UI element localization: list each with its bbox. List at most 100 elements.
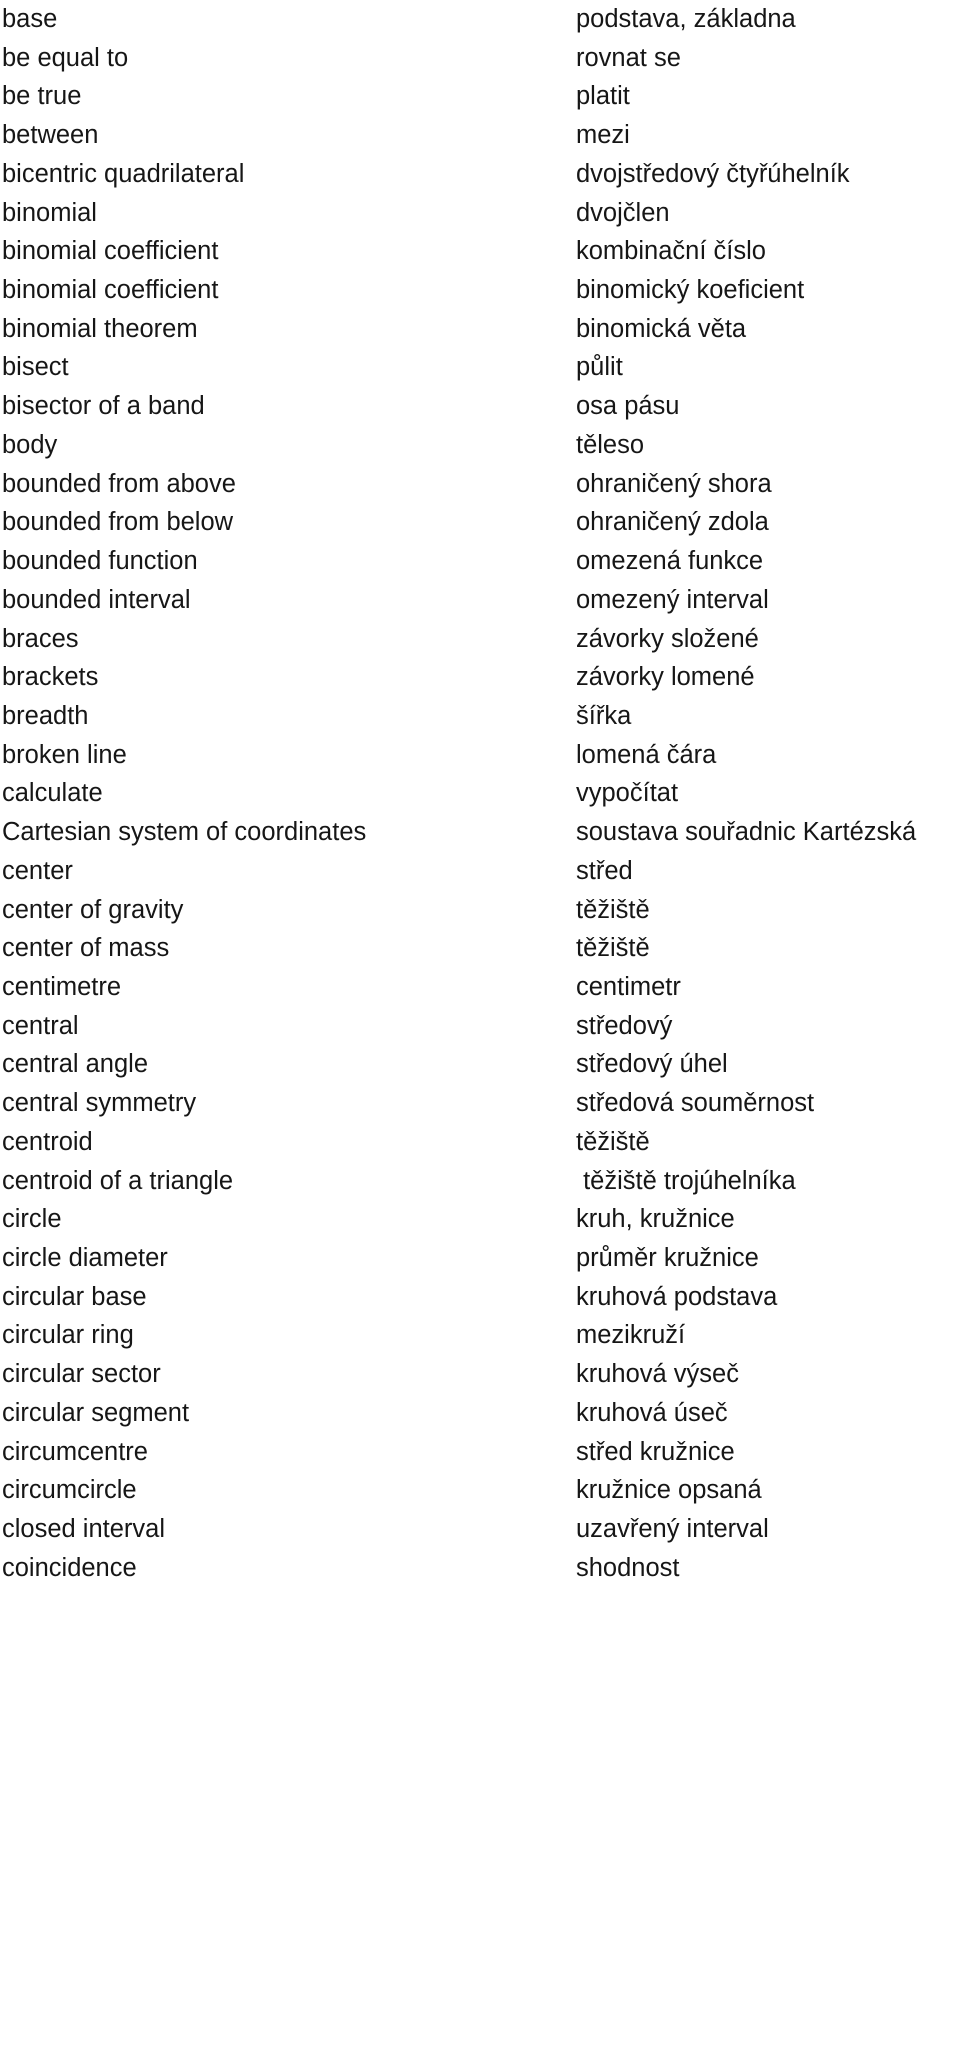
glossary-entry-row: bicentric quadrilateral dvojstředový čtyř… (0, 155, 960, 194)
glossary-entry-row: bounded function omezená funkce (0, 542, 960, 581)
glossary-translation: mezi (576, 121, 630, 150)
glossary-translation: binomický koeficient (576, 276, 805, 305)
glossary-entry-row: be true platit (0, 77, 960, 116)
glossary-term: breadth (2, 701, 89, 730)
glossary-translation: centimetr (576, 972, 681, 1001)
glossary-term: be true (2, 82, 82, 111)
glossary-term: centroid of a triangle (2, 1166, 234, 1195)
glossary-term: brackets (2, 663, 99, 692)
glossary-translation: kruhová výseč (576, 1360, 739, 1389)
glossary-translation: soustava souřadnic Kartézská (576, 818, 917, 847)
glossary-term: circular base (2, 1282, 147, 1311)
glossary-term: binomial theorem (2, 314, 198, 343)
glossary-term: between (2, 121, 99, 150)
glossary-term: Cartesian system of coordinates (2, 818, 367, 847)
glossary-translation: těžiště (576, 1127, 650, 1156)
glossary-translation: uzavřený interval (576, 1515, 769, 1544)
glossary-translation: půlit (576, 353, 623, 382)
glossary-term: circumcircle (2, 1476, 137, 1505)
glossary-entry-row: circumcircle kružnice opsaná (0, 1471, 960, 1510)
glossary-entry-row: centroid těžiště (0, 1123, 960, 1162)
glossary-entry-row: bisector of a band osa pásu (0, 387, 960, 426)
glossary-entry-row: braces závorky složené (0, 620, 960, 659)
glossary-translation: kruh, kružnice (576, 1205, 735, 1234)
glossary-entry-row: central středový (0, 1007, 960, 1046)
glossary-entry-list: base podstava, základna be equal to rovnat … (0, 0, 960, 1587)
glossary-entry-row: binomial theorem binomická věta (0, 310, 960, 349)
glossary-term: body (2, 430, 58, 459)
glossary-translation: rovnat se (576, 43, 681, 72)
glossary-translation: střed (576, 856, 633, 885)
glossary-entry-row: center of gravity těžiště (0, 891, 960, 930)
glossary-translation: vypočítat (576, 779, 679, 808)
glossary-entry-row: bounded from above ohraničený shora (0, 465, 960, 504)
glossary-term: circular segment (2, 1398, 190, 1427)
glossary-entry-row: circular ring mezikruží (0, 1316, 960, 1355)
glossary-term: central symmetry (2, 1089, 197, 1118)
glossary-translation: lomená čára (576, 740, 717, 769)
glossary-translation: podstava, základna (576, 5, 796, 33)
glossary-term: be equal to (2, 43, 129, 72)
glossary-translation: kombinační číslo (576, 237, 766, 266)
glossary-entry-row: closed interval uzavřený interval (0, 1510, 960, 1549)
glossary-entry-row: Cartesian system of coordinates soustava … (0, 813, 960, 852)
glossary-entry-row: binomial coefficient binomický koeficient (0, 271, 960, 310)
glossary-translation: mezikruží (576, 1321, 686, 1350)
glossary-translation: středový úhel (576, 1050, 728, 1079)
glossary-entry-row: between mezi (0, 116, 960, 155)
glossary-term: circumcentre (2, 1437, 148, 1466)
glossary-entry-row: bounded from below ohraničený zdola (0, 503, 960, 542)
glossary-term: bisector of a band (2, 392, 205, 421)
glossary-translation: kruhová podstava (576, 1282, 778, 1311)
glossary-translation: binomická věta (576, 314, 747, 343)
glossary-entry-row: centimetre centimetr (0, 968, 960, 1007)
glossary-entry-row: breadth šířka (0, 697, 960, 736)
glossary-translation: ohraničený shora (576, 469, 772, 498)
glossary-entry-row: circumcentre střed kružnice (0, 1433, 960, 1472)
glossary-entry-row: broken line lomená čára (0, 736, 960, 775)
glossary-term: circle (2, 1205, 62, 1234)
glossary-entry-row: circle kruh, kružnice (0, 1200, 960, 1239)
glossary-translation: středový (576, 1011, 673, 1040)
glossary-term: circular sector (2, 1360, 161, 1389)
glossary-entry-row: centroid of a triangle těžiště trojúheln… (0, 1162, 960, 1201)
glossary-entry-row: circular segment kruhová úseč (0, 1394, 960, 1433)
glossary-translation: těleso (576, 430, 645, 459)
glossary-entry-row: center of mass těžiště (0, 929, 960, 968)
glossary-term: broken line (2, 740, 127, 769)
glossary-entry-row: base podstava, základna (0, 0, 960, 39)
glossary-translation: střed kružnice (576, 1437, 735, 1466)
glossary-term: binomial coefficient (2, 276, 219, 305)
glossary-entry-row: calculate vypočítat (0, 774, 960, 813)
glossary-entry-row: binomial dvojčlen (0, 194, 960, 233)
glossary-term: bounded function (2, 547, 198, 576)
glossary-term: central (2, 1011, 79, 1040)
glossary-translation: těžiště (576, 934, 650, 963)
glossary-translation: ohraničený zdola (576, 508, 769, 537)
glossary-translation: shodnost (576, 1553, 680, 1582)
glossary-term: base (2, 5, 58, 33)
glossary-term: bicentric quadrilateral (2, 159, 245, 188)
glossary-translation: kruhová úseč (576, 1398, 728, 1427)
glossary-term: center of gravity (2, 895, 184, 924)
glossary-term: center (2, 856, 73, 885)
glossary-translation: dvojstředový čtyřúhelník (576, 159, 850, 188)
glossary-term: circular ring (2, 1321, 134, 1350)
glossary-term: center of mass (2, 934, 170, 963)
glossary-entry-row: bisect půlit (0, 348, 960, 387)
glossary-translation: závorky lomené (576, 663, 755, 692)
glossary-translation: těžiště trojúhelníka (576, 1166, 796, 1195)
glossary-term: bounded interval (2, 585, 191, 614)
glossary-entry-row: brackets závorky lomené (0, 658, 960, 697)
glossary-term: centroid (2, 1127, 93, 1156)
glossary-translation: osa pásu (576, 392, 680, 421)
glossary-entry-row: body těleso (0, 426, 960, 465)
glossary-term: closed interval (2, 1515, 165, 1544)
glossary-term: centimetre (2, 972, 122, 1001)
glossary-translation: omezená funkce (576, 547, 764, 576)
glossary-term: calculate (2, 779, 103, 808)
glossary-entry-row: center střed (0, 852, 960, 891)
glossary-entry-row: circular sector kruhová výseč (0, 1355, 960, 1394)
glossary-translation: kružnice opsaná (576, 1476, 762, 1505)
glossary-term: coincidence (2, 1553, 137, 1582)
